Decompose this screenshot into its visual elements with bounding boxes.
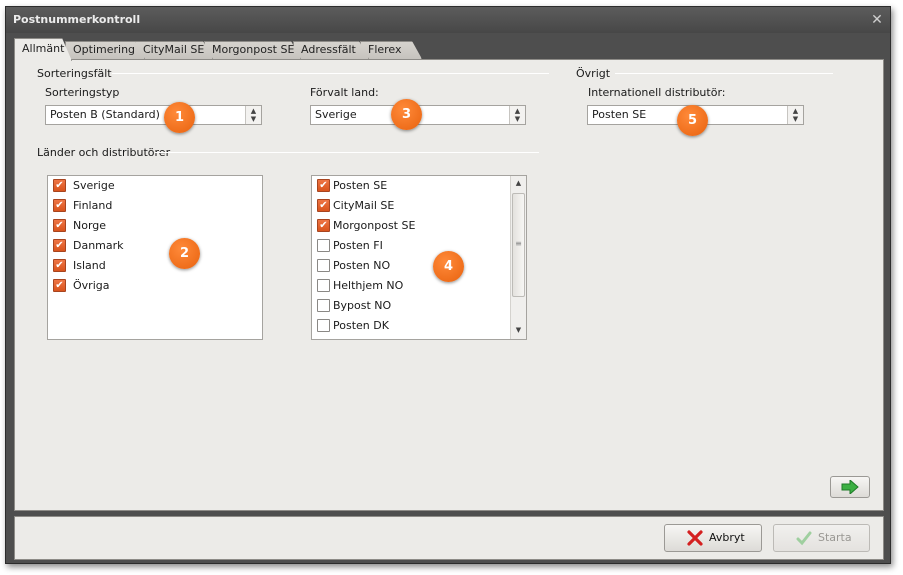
next-arrow-icon [841,478,859,496]
list-item-label: Danmark [73,239,124,252]
list-item-finland[interactable]: ✔ Finland [53,196,112,216]
tab-optimering[interactable]: Optimering [65,41,145,59]
postnummerkontroll-window: Postnummerkontroll ✕ Flerex Adressfält M… [5,6,891,564]
checkbox[interactable] [317,299,330,312]
start-button[interactable]: Starta [773,524,870,552]
list-item-bypost-no[interactable]: Bypost NO [317,296,391,316]
sorting-type-value: Posten B (Standard) [50,108,160,121]
next-button[interactable] [830,476,870,498]
default-country-label: Förvalt land: [310,86,379,99]
spin-arrows-icon[interactable]: ▲ ▼ [245,106,261,124]
tab-allmant[interactable]: Allmänt [14,38,72,61]
checkbox[interactable]: ✔ [53,279,66,292]
checkbox[interactable] [317,279,330,292]
sorting-group-title: Sorteringsfält [37,67,112,80]
distributors-scrollbar[interactable]: ▲ ≡ ▼ [510,176,526,339]
list-item-island[interactable]: ✔ Island [53,256,106,276]
list-item-posten-no[interactable]: Posten NO [317,256,390,276]
sorting-type-label: Sorteringstyp [45,86,120,99]
list-item-posten-dk[interactable]: Posten DK [317,316,389,336]
list-item-helthjem-no[interactable]: Helthjem NO [317,276,403,296]
checkmark-icon [796,531,812,546]
other-group-divider [615,73,833,74]
cancel-button[interactable]: Avbryt [664,524,762,552]
callout-badge-3: 3 [391,99,422,130]
tab-flerex[interactable]: Flerex [360,41,422,59]
list-item-morgonpost-se[interactable]: ✔ Morgonpost SE [317,216,415,236]
checkbox[interactable]: ✔ [317,219,330,232]
list-item-label: Morgonpost SE [333,219,416,232]
tab-citymail-se[interactable]: CityMail SE [135,41,213,59]
list-item-label: CityMail SE [333,199,395,212]
checkbox[interactable]: ✔ [53,179,66,192]
distributors-list[interactable]: ✔ Posten SE ✔ CityMail SE ✔ Morgonpost S… [311,175,527,340]
list-item-label: Helthjem NO [333,279,404,292]
checkbox[interactable]: ✔ [53,219,66,232]
spin-arrows-icon[interactable]: ▲ ▼ [787,106,803,124]
list-item-label: Norge [73,219,107,232]
checkbox[interactable]: ✔ [53,199,66,212]
countries-group-divider [155,152,539,153]
callout-badge-5: 5 [677,105,708,136]
tab-adressfalt[interactable]: Adressfält [293,41,369,59]
countries-group-title: Länder och distributörer [37,146,171,159]
checkbox[interactable]: ✔ [53,239,66,252]
sorting-group-divider [112,73,549,74]
dialog-button-bar: Avbryt Starta [14,516,884,560]
tab-panel-allmant: Sorteringsfält Sorteringstyp Posten B (S… [14,59,884,511]
scroll-down-icon[interactable]: ▼ [511,323,526,338]
callout-badge-1: 1 [164,102,195,133]
list-item-danmark[interactable]: ✔ Danmark [53,236,124,256]
list-item-label: Posten FI [333,239,383,252]
cancel-button-label: Avbryt [709,531,745,544]
close-icon[interactable]: ✕ [870,7,884,33]
tab-morgonpost-se[interactable]: Morgonpost SE [204,41,301,59]
tab-strip: Flerex Adressfält Morgonpost SE CityMail… [14,38,884,60]
list-item-citymail-se[interactable]: ✔ CityMail SE [317,196,394,216]
scroll-up-icon[interactable]: ▲ [511,176,526,191]
checkbox[interactable] [317,239,330,252]
list-item-posten-fi[interactable]: Posten FI [317,236,383,256]
list-item-label: Övriga [73,279,110,292]
scrollbar-thumb[interactable]: ≡ [512,193,525,297]
window-title: Postnummerkontroll [13,13,141,26]
cancel-x-icon [687,530,703,546]
list-item-norge[interactable]: ✔ Norge [53,216,106,236]
checkbox[interactable] [317,319,330,332]
start-button-label: Starta [818,531,852,544]
list-item-label: Island [73,259,106,272]
international-distributor-label: Internationell distributör: [588,86,726,99]
countries-list[interactable]: ✔ Sverige ✔ Finland ✔ Norge ✔ Danmark ✔ … [47,175,263,340]
list-item-label: Bypost NO [333,299,392,312]
list-item-label: Posten NO [333,259,391,272]
checkbox[interactable]: ✔ [317,199,330,212]
checkbox[interactable]: ✔ [53,259,66,272]
window-titlebar[interactable]: Postnummerkontroll ✕ [6,7,890,33]
list-item-posten-se[interactable]: ✔ Posten SE [317,176,387,196]
list-item-label: Sverige [73,179,115,192]
list-item-sverige[interactable]: ✔ Sverige [53,176,115,196]
checkbox[interactable]: ✔ [317,179,330,192]
list-item-ovriga[interactable]: ✔ Övriga [53,276,109,296]
spin-arrows-icon[interactable]: ▲ ▼ [509,106,525,124]
default-country-value: Sverige [315,108,357,121]
international-distributor-value: Posten SE [592,108,647,121]
list-item-label: Posten SE [333,179,388,192]
checkbox[interactable] [317,259,330,272]
other-group-title: Övrigt [576,67,611,80]
callout-badge-4: 4 [433,251,464,282]
callout-badge-2: 2 [169,238,200,269]
list-item-label: Posten DK [333,319,389,332]
list-item-label: Finland [73,199,113,212]
sorting-type-select[interactable]: Posten B (Standard) ▲ ▼ [45,105,262,125]
